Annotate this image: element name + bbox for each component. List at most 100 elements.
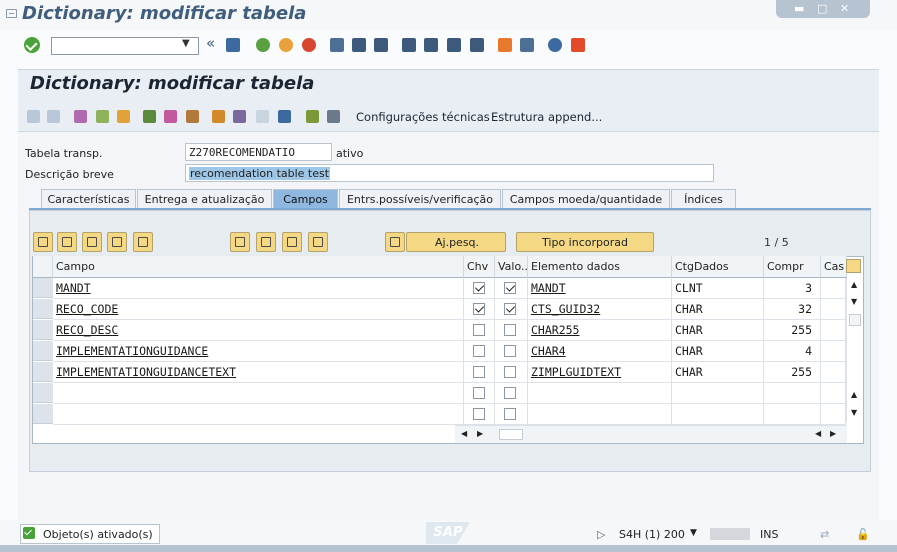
scroll-up-icon-2[interactable]: ▲ bbox=[851, 390, 857, 399]
valo-checkbox[interactable] bbox=[504, 324, 516, 336]
table-cell-elemento[interactable]: CHAR4 bbox=[528, 341, 672, 362]
table-cell-chv[interactable] bbox=[464, 299, 495, 320]
tab-entradas-possiveis[interactable]: Entrs.possíveis/verificação bbox=[339, 189, 501, 209]
builtin-type-button[interactable]: Tipo incorporad bbox=[516, 232, 654, 252]
where-used-icon[interactable] bbox=[143, 110, 156, 123]
layout-toggle-icon[interactable]: ⇄ bbox=[820, 528, 829, 541]
table-cell-campo[interactable]: RECO_DESC bbox=[53, 320, 464, 341]
row-selector[interactable] bbox=[33, 362, 53, 382]
table-cell-compr[interactable] bbox=[764, 404, 821, 425]
horizontal-scrollbar[interactable]: ◀ ▶ ◀ ▶ bbox=[455, 425, 847, 443]
table-cell-chv[interactable] bbox=[464, 341, 495, 362]
save-icon[interactable] bbox=[226, 38, 240, 52]
vertical-scrollbar[interactable]: ▲ ▼ ▲ ▼ bbox=[846, 278, 863, 422]
status-expand-icon[interactable]: ▷ bbox=[597, 528, 605, 541]
table-cell-compr[interactable]: 3 bbox=[764, 278, 821, 299]
prev-page-icon[interactable] bbox=[424, 38, 438, 52]
cut-row-button[interactable] bbox=[33, 232, 53, 252]
column-header-elemento[interactable]: Elemento dados bbox=[528, 256, 672, 278]
find-next-icon[interactable] bbox=[374, 38, 388, 52]
append-structure-button[interactable]: Estrutura append... bbox=[491, 110, 602, 124]
contents-icon[interactable] bbox=[327, 110, 340, 123]
table-cell-compr[interactable] bbox=[764, 383, 821, 404]
valo-checkbox[interactable] bbox=[504, 345, 516, 357]
find-icon[interactable] bbox=[352, 38, 366, 52]
table-cell-valo[interactable] bbox=[495, 362, 528, 383]
scroll-down-icon[interactable]: ▼ bbox=[851, 297, 857, 306]
column-header-valo[interactable]: Valo... bbox=[495, 256, 528, 278]
table-cell-campo[interactable]: IMPLEMENTATIONGUIDANCE bbox=[53, 341, 464, 362]
graphic-icon[interactable] bbox=[306, 110, 319, 123]
wizard-icon[interactable] bbox=[385, 232, 405, 252]
scroll-thumb[interactable] bbox=[849, 314, 861, 326]
column-header-campo[interactable]: Campo bbox=[53, 256, 464, 278]
list-icon[interactable] bbox=[233, 110, 246, 123]
row-selector[interactable] bbox=[33, 320, 53, 340]
table-cell-ctg[interactable] bbox=[672, 404, 764, 425]
table-cell-elemento[interactable] bbox=[528, 383, 672, 404]
last-page-icon[interactable] bbox=[470, 38, 484, 52]
table-cell-ctg[interactable]: CHAR bbox=[672, 362, 764, 383]
table-cell-valo[interactable] bbox=[495, 278, 528, 299]
row-selector[interactable] bbox=[33, 299, 53, 319]
table-cell-compr[interactable]: 4 bbox=[764, 341, 821, 362]
first-page-icon[interactable] bbox=[402, 38, 416, 52]
scroll-right-icon-2[interactable]: ▶ bbox=[830, 429, 836, 438]
table-cell-ctg[interactable]: CHAR bbox=[672, 299, 764, 320]
table-cell-chv[interactable] bbox=[464, 362, 495, 383]
hierarchy-icon[interactable] bbox=[212, 110, 225, 123]
table-cell-chv[interactable] bbox=[464, 383, 495, 404]
table-cell-chv[interactable] bbox=[464, 320, 495, 341]
chv-checkbox[interactable] bbox=[473, 282, 485, 294]
column-header-cas[interactable]: Cas bbox=[821, 256, 847, 278]
select-all-button[interactable] bbox=[256, 232, 276, 252]
activate-icon[interactable] bbox=[117, 110, 130, 123]
close-icon[interactable]: ✕ bbox=[840, 2, 849, 15]
chevron-down-icon[interactable]: ▼ bbox=[182, 38, 190, 49]
scroll-right-icon[interactable]: ▶ bbox=[477, 429, 483, 438]
table-cell-campo[interactable]: MANDT bbox=[53, 278, 464, 299]
scroll-left-icon[interactable]: ◀ bbox=[461, 429, 467, 438]
object-list-icon[interactable] bbox=[164, 110, 177, 123]
info-icon[interactable] bbox=[278, 110, 291, 123]
table-cell-cas[interactable] bbox=[821, 383, 846, 404]
ok-icon[interactable] bbox=[24, 37, 40, 53]
table-cell-chv[interactable] bbox=[464, 278, 495, 299]
valo-checkbox[interactable] bbox=[504, 282, 516, 294]
print-icon[interactable] bbox=[330, 38, 344, 52]
row-selector[interactable] bbox=[33, 404, 53, 424]
table-cell-valo[interactable] bbox=[495, 320, 528, 341]
chv-checkbox[interactable] bbox=[473, 366, 485, 378]
table-cell-valo[interactable] bbox=[495, 383, 528, 404]
valo-checkbox[interactable] bbox=[504, 387, 516, 399]
row-selector[interactable] bbox=[33, 341, 53, 361]
help-icon[interactable] bbox=[548, 38, 562, 52]
tab-caracteristicas[interactable]: Características bbox=[41, 189, 136, 209]
shortcut-icon[interactable] bbox=[520, 38, 534, 52]
table-cell-valo[interactable] bbox=[495, 404, 528, 425]
column-header-chv[interactable]: Chv bbox=[464, 256, 495, 278]
column-selector[interactable] bbox=[33, 256, 53, 278]
chv-checkbox[interactable] bbox=[473, 387, 485, 399]
back-arrow-icon[interactable] bbox=[27, 110, 40, 123]
scroll-up-icon[interactable]: ▲ bbox=[851, 280, 857, 289]
next-page-icon[interactable] bbox=[447, 38, 461, 52]
table-cell-campo[interactable] bbox=[53, 383, 464, 404]
column-header-ctgdados[interactable]: CtgDados bbox=[672, 256, 764, 278]
system-dropdown-icon[interactable]: ▼ bbox=[690, 528, 697, 538]
row-selector[interactable] bbox=[33, 383, 53, 403]
table-cell-compr[interactable]: 255 bbox=[764, 362, 821, 383]
exit-icon[interactable] bbox=[279, 38, 293, 52]
forward-arrow-icon[interactable] bbox=[47, 110, 60, 123]
table-cell-cas[interactable] bbox=[821, 404, 846, 425]
chv-checkbox[interactable] bbox=[473, 408, 485, 420]
table-cell-cas[interactable] bbox=[821, 299, 846, 320]
scroll-down-icon-2[interactable]: ▼ bbox=[851, 408, 857, 417]
copy-row-button[interactable] bbox=[57, 232, 77, 252]
table-cell-chv[interactable] bbox=[464, 404, 495, 425]
chv-checkbox[interactable] bbox=[473, 324, 485, 336]
table-cell-campo[interactable]: RECO_CODE bbox=[53, 299, 464, 320]
table-cell-campo[interactable]: IMPLEMENTATIONGUIDANCETEXT bbox=[53, 362, 464, 383]
table-cell-valo[interactable] bbox=[495, 341, 528, 362]
chv-checkbox[interactable] bbox=[473, 345, 485, 357]
